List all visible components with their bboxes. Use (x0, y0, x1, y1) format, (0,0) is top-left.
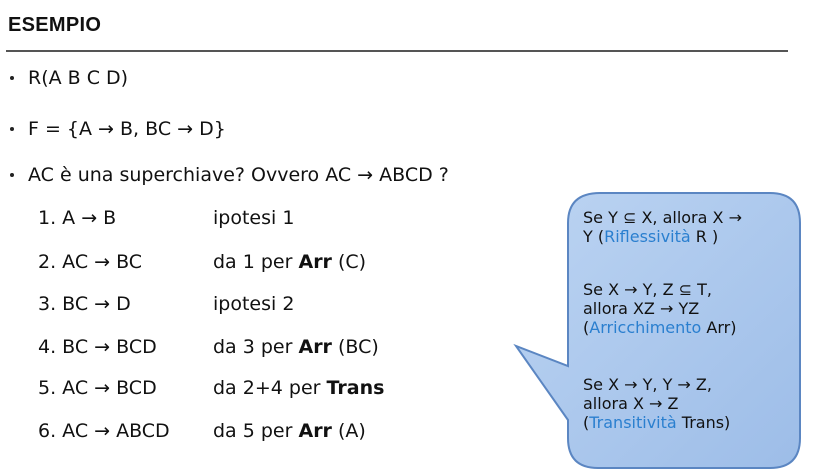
augmentation-rule: Se X → Y, Z ⊆ T, allora XZ → YZ (Arricch… (583, 280, 737, 337)
transitivity-rule: Se X → Y, Y → Z, allora X → Z (Transitiv… (583, 375, 731, 432)
reflexivity-rule: Se Y ⊆ X, allora X → Y (Riflessività R ) (583, 208, 742, 246)
rule-highlight: Riflessività (604, 227, 691, 246)
rule-highlight: Arricchimento (589, 318, 702, 337)
rule-highlight: Transitività (589, 413, 677, 432)
